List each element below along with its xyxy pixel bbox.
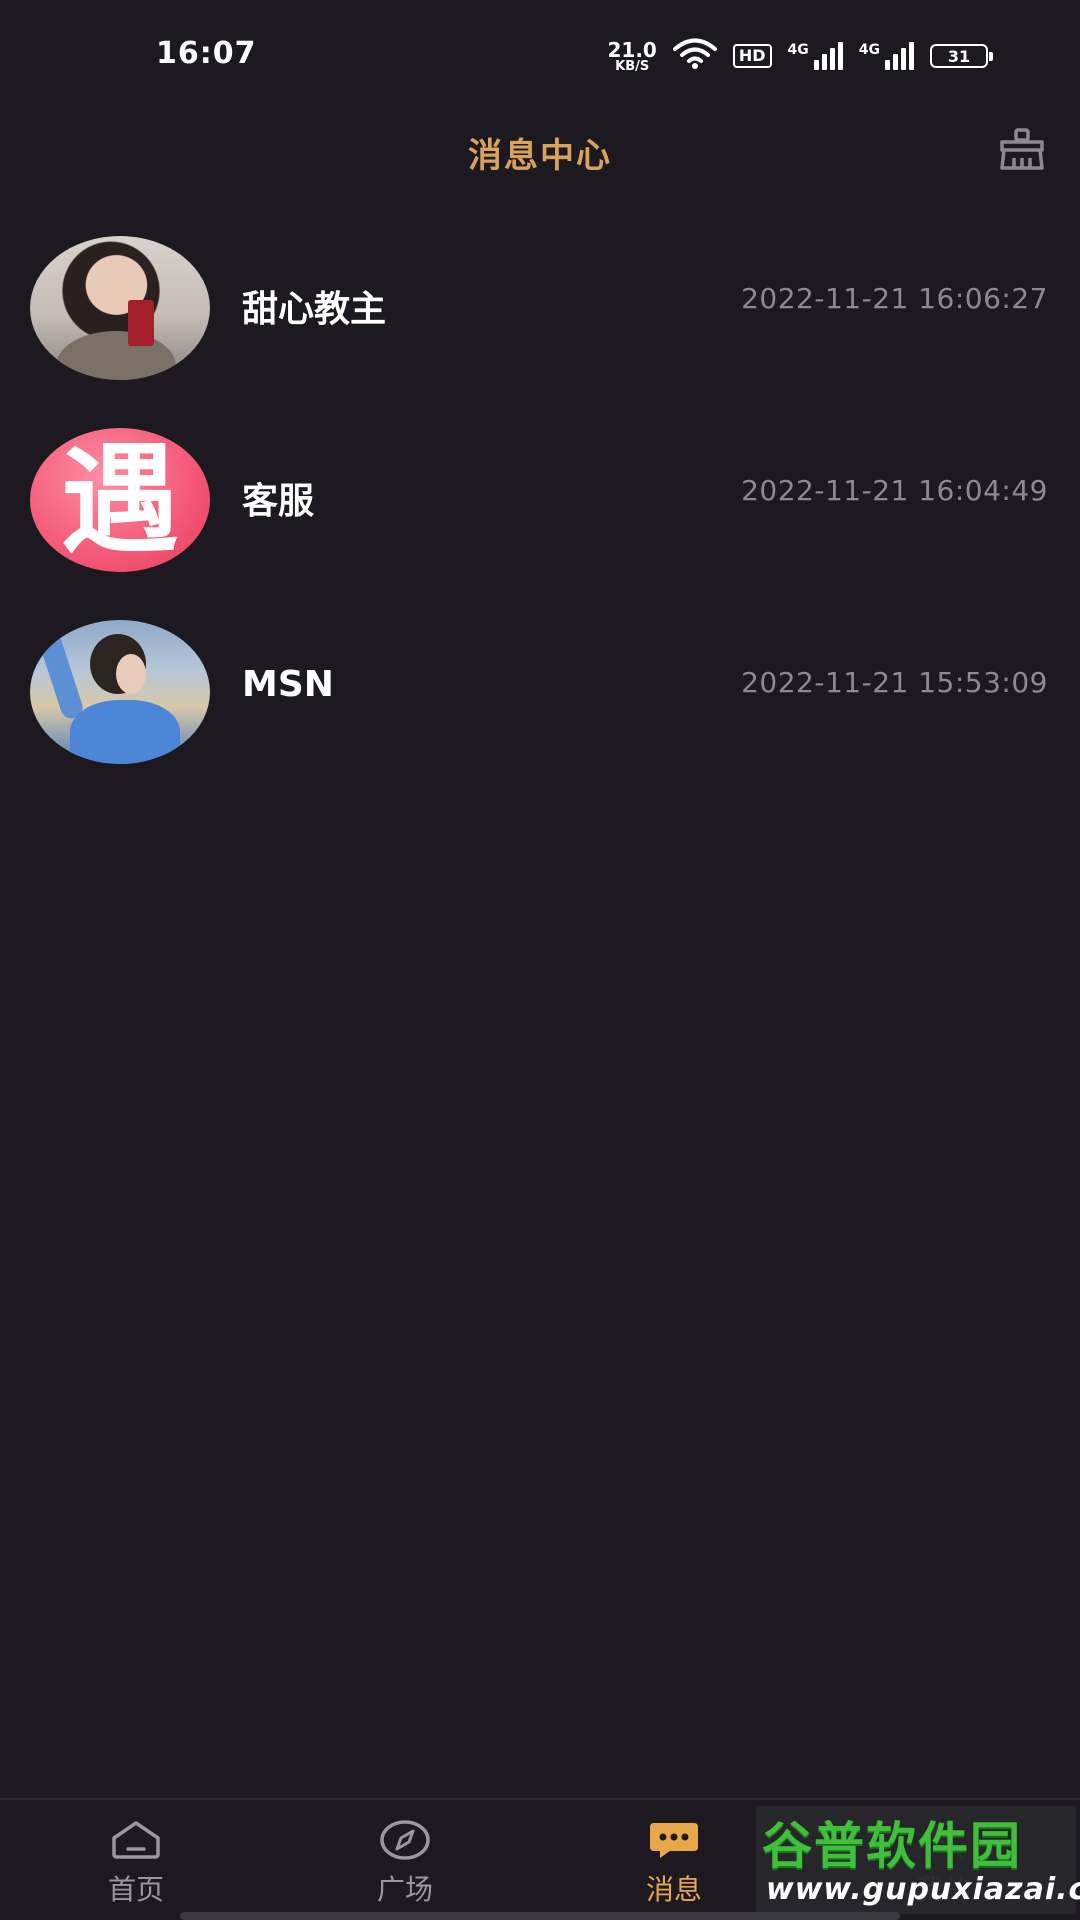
nav-label: 广场	[376, 1873, 433, 1906]
conversation-item[interactable]: 遇 客服 2022-11-21 16:04:49	[0, 422, 1080, 614]
nav-label: 首页	[107, 1873, 164, 1906]
signal-icon: 4G	[859, 42, 914, 70]
home-indicator	[180, 1912, 900, 1920]
avatar: 遇	[30, 428, 210, 572]
message-center-screen: 16:07 21.0 KB/S HD 4G 4G 31 消息中心 甜心教主 20…	[0, 0, 1080, 1920]
network-speed-value: 21.0	[607, 37, 657, 62]
hd-icon: HD	[732, 44, 772, 68]
signal-label: 4G	[858, 42, 880, 58]
network-speed: 21.0 KB/S	[608, 40, 657, 73]
signal-icon: 4G	[788, 42, 843, 70]
conversation-list: 甜心教主 2022-11-21 16:06:27 遇 客服 2022-11-21…	[0, 230, 1080, 806]
watermark-logo: 谷普软件园	[762, 1817, 1022, 1875]
conversation-name: 客服	[242, 481, 315, 522]
conversation-time: 2022-11-21 16:04:49	[741, 474, 1048, 507]
battery-icon: 31	[930, 44, 993, 68]
signal-label: 4G	[787, 42, 809, 58]
nav-item-messages[interactable]: 消息	[594, 1820, 754, 1912]
home-icon	[110, 1820, 162, 1864]
wifi-icon	[672, 38, 717, 74]
watermark: 谷普软件园 www.gupuxiazai.com	[756, 1806, 1080, 1914]
status-indicators: 21.0 KB/S HD 4G 4G 31	[608, 38, 993, 74]
avatar	[30, 236, 210, 380]
compass-icon	[379, 1820, 431, 1864]
nav-label: 消息	[645, 1873, 702, 1906]
network-speed-unit: KB/S	[615, 58, 650, 74]
status-time: 16:07	[156, 36, 257, 71]
conversation-name: 甜心教主	[242, 289, 387, 330]
conversation-item[interactable]: 甜心教主 2022-11-21 16:06:27	[0, 230, 1080, 422]
conversation-time: 2022-11-21 15:53:09	[741, 666, 1048, 699]
avatar-glyph: 遇	[60, 430, 179, 569]
status-bar: 16:07 21.0 KB/S HD 4G 4G 31	[0, 0, 1080, 110]
nav-item-square[interactable]: 广场	[325, 1820, 485, 1912]
conversation-item[interactable]: MSN 2022-11-21 15:53:09	[0, 614, 1080, 806]
avatar	[30, 620, 210, 764]
broom-icon	[998, 128, 1046, 176]
header: 消息中心	[0, 110, 1080, 190]
clear-messages-button[interactable]	[994, 124, 1050, 180]
chat-icon	[648, 1820, 700, 1864]
battery-level: 31	[947, 46, 971, 66]
conversation-name: MSN	[242, 664, 334, 705]
page-title: 消息中心	[468, 136, 612, 176]
watermark-url: www.gupuxiazai.com	[766, 1872, 1080, 1907]
nav-item-home[interactable]: 首页	[56, 1820, 216, 1912]
conversation-time: 2022-11-21 16:06:27	[741, 282, 1048, 315]
